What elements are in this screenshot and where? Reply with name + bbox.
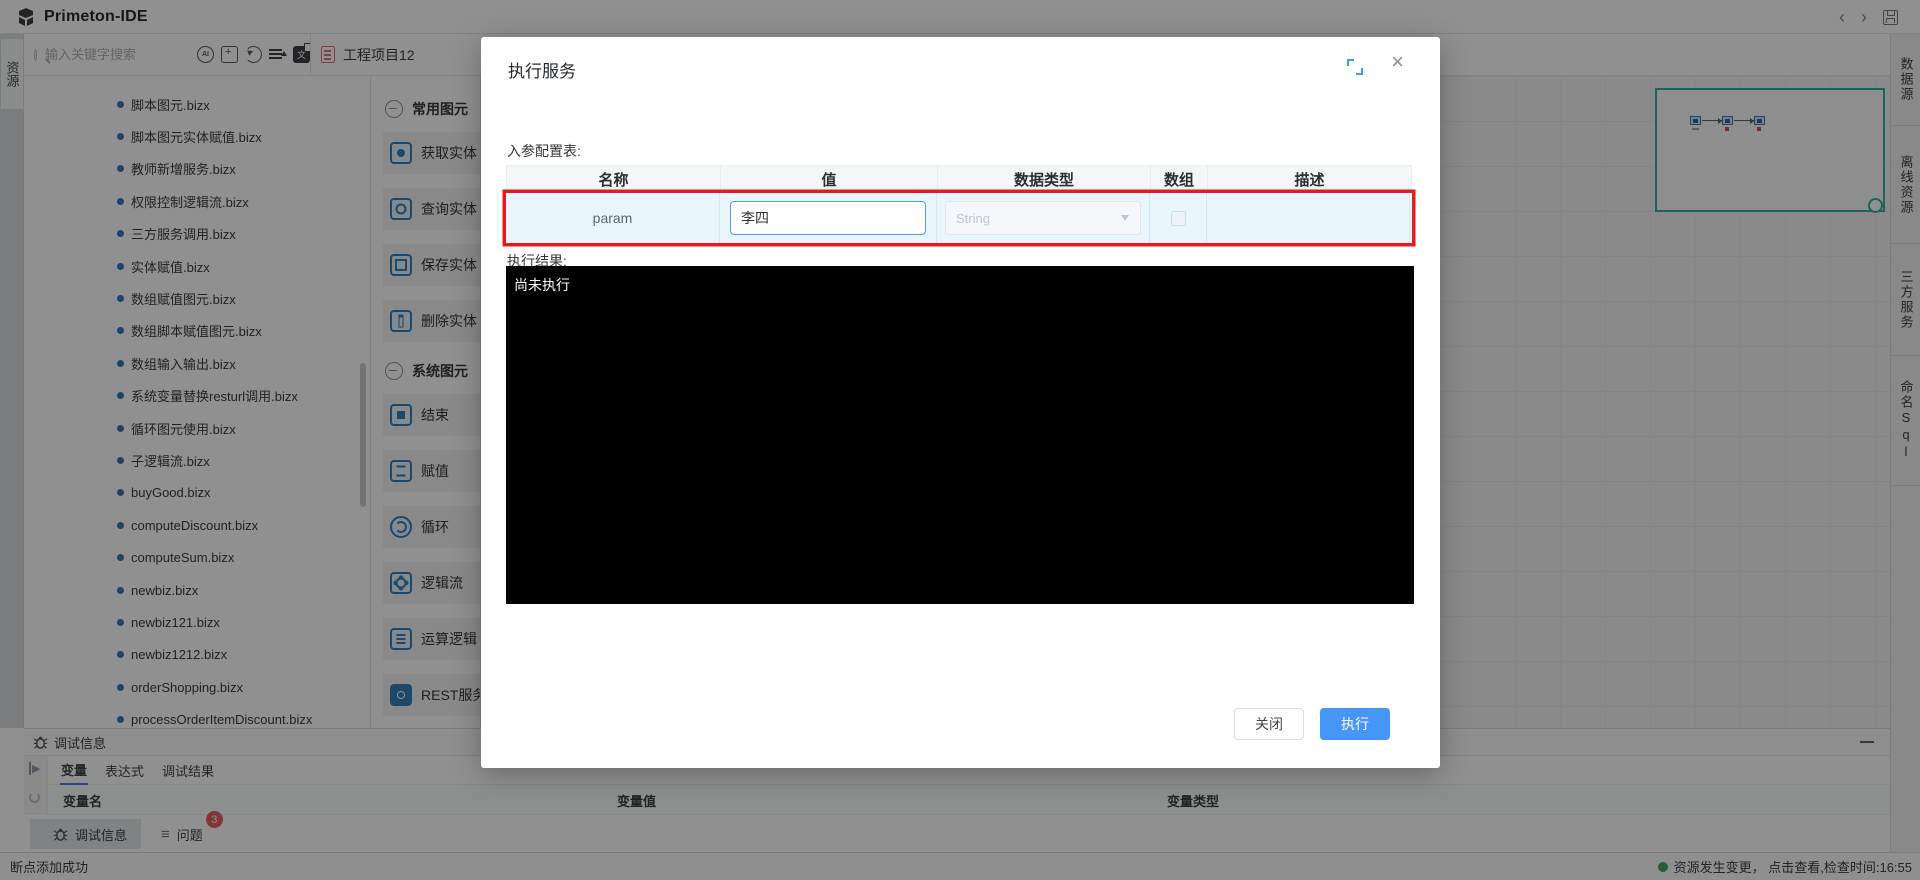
col-array: 数组 bbox=[1151, 166, 1208, 192]
param-value-input[interactable] bbox=[730, 201, 926, 235]
col-datatype: 数据类型 bbox=[938, 166, 1151, 192]
param-name: param bbox=[593, 210, 633, 226]
param-description bbox=[1207, 193, 1410, 243]
close-icon[interactable]: × bbox=[1391, 49, 1404, 75]
execute-service-dialog: 执行服务 × 入参配置表: 名称 值 数据类型 数组 描述 param Stri… bbox=[481, 37, 1440, 768]
param-row-highlighted: param String bbox=[506, 193, 1412, 243]
param-datatype-select[interactable]: String bbox=[945, 201, 1141, 235]
params-table: 名称 值 数据类型 数组 描述 param String bbox=[506, 165, 1412, 243]
fullscreen-icon[interactable] bbox=[1347, 59, 1363, 75]
col-description: 描述 bbox=[1208, 166, 1411, 192]
params-table-header: 名称 值 数据类型 数组 描述 bbox=[506, 165, 1412, 193]
execution-console: 尚未执行 bbox=[506, 266, 1414, 604]
close-button[interactable]: 关闭 bbox=[1234, 708, 1304, 740]
dialog-title: 执行服务 bbox=[508, 57, 576, 82]
params-table-label: 入参配置表: bbox=[507, 141, 581, 161]
col-name: 名称 bbox=[507, 166, 721, 192]
param-array-checkbox[interactable] bbox=[1171, 211, 1186, 226]
col-value: 值 bbox=[721, 166, 938, 192]
execute-button[interactable]: 执行 bbox=[1320, 708, 1390, 740]
